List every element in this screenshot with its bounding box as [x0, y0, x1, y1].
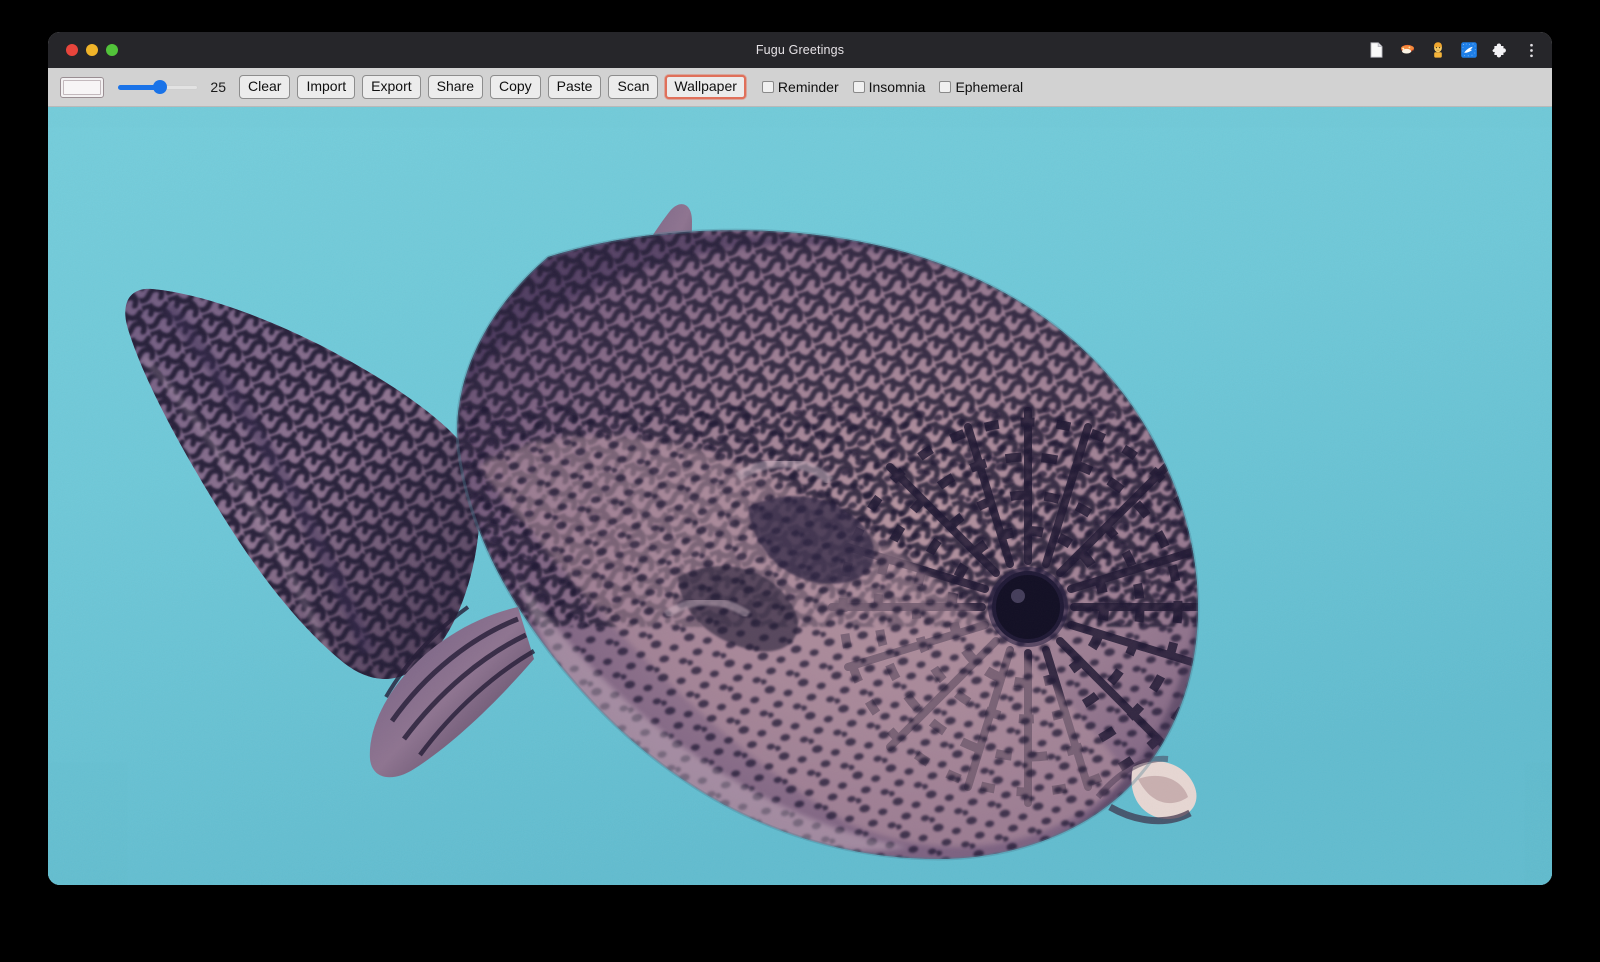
drawing-canvas[interactable]	[48, 107, 1552, 885]
more-menu-icon[interactable]	[1522, 41, 1540, 59]
window-title: Fugu Greetings	[48, 43, 1552, 57]
maximize-window-button[interactable]	[106, 44, 118, 56]
slider-value: 25	[208, 79, 226, 95]
reminder-checkbox-label: Reminder	[778, 79, 839, 95]
reminder-checkbox-box[interactable]	[762, 81, 774, 93]
app-window: Fugu Greetings	[48, 32, 1552, 885]
ephemeral-checkbox[interactable]: Ephemeral	[939, 79, 1023, 95]
clear-button[interactable]: Clear	[239, 75, 290, 99]
pufferfish-photo	[48, 107, 1552, 885]
insomnia-checkbox-box[interactable]	[853, 81, 865, 93]
share-button[interactable]: Share	[428, 75, 483, 99]
insomnia-checkbox[interactable]: Insomnia	[853, 79, 926, 95]
person-extension-icon[interactable]	[1429, 41, 1447, 59]
paste-button[interactable]: Paste	[548, 75, 602, 99]
screen: Fugu Greetings	[0, 0, 1600, 962]
browser-action-icons	[1367, 41, 1540, 59]
toolbar-checkbox-group: Reminder Insomnia Ephemeral	[762, 79, 1023, 95]
window-controls	[60, 44, 118, 56]
color-picker[interactable]	[60, 77, 104, 98]
insomnia-checkbox-label: Insomnia	[869, 79, 926, 95]
ephemeral-checkbox-box[interactable]	[939, 81, 951, 93]
slider-fill	[118, 85, 156, 90]
reminder-checkbox[interactable]: Reminder	[762, 79, 839, 95]
minimize-window-button[interactable]	[86, 44, 98, 56]
app-toolbar: 25 Clear Import Export Share Copy Paste …	[48, 68, 1552, 107]
close-window-button[interactable]	[66, 44, 78, 56]
page-icon[interactable]	[1367, 41, 1385, 59]
wallpaper-button[interactable]: Wallpaper	[665, 75, 746, 99]
title-bar: Fugu Greetings	[48, 32, 1552, 68]
pen-size-slider[interactable]	[118, 78, 198, 96]
extensions-puzzle-icon[interactable]	[1491, 41, 1509, 59]
fugu-extension-icon[interactable]	[1398, 41, 1416, 59]
import-button[interactable]: Import	[297, 75, 355, 99]
copy-button[interactable]: Copy	[490, 75, 541, 99]
map-extension-icon[interactable]	[1460, 41, 1478, 59]
export-button[interactable]: Export	[362, 75, 420, 99]
slider-thumb[interactable]	[153, 80, 167, 94]
scan-button[interactable]: Scan	[608, 75, 658, 99]
ephemeral-checkbox-label: Ephemeral	[955, 79, 1023, 95]
